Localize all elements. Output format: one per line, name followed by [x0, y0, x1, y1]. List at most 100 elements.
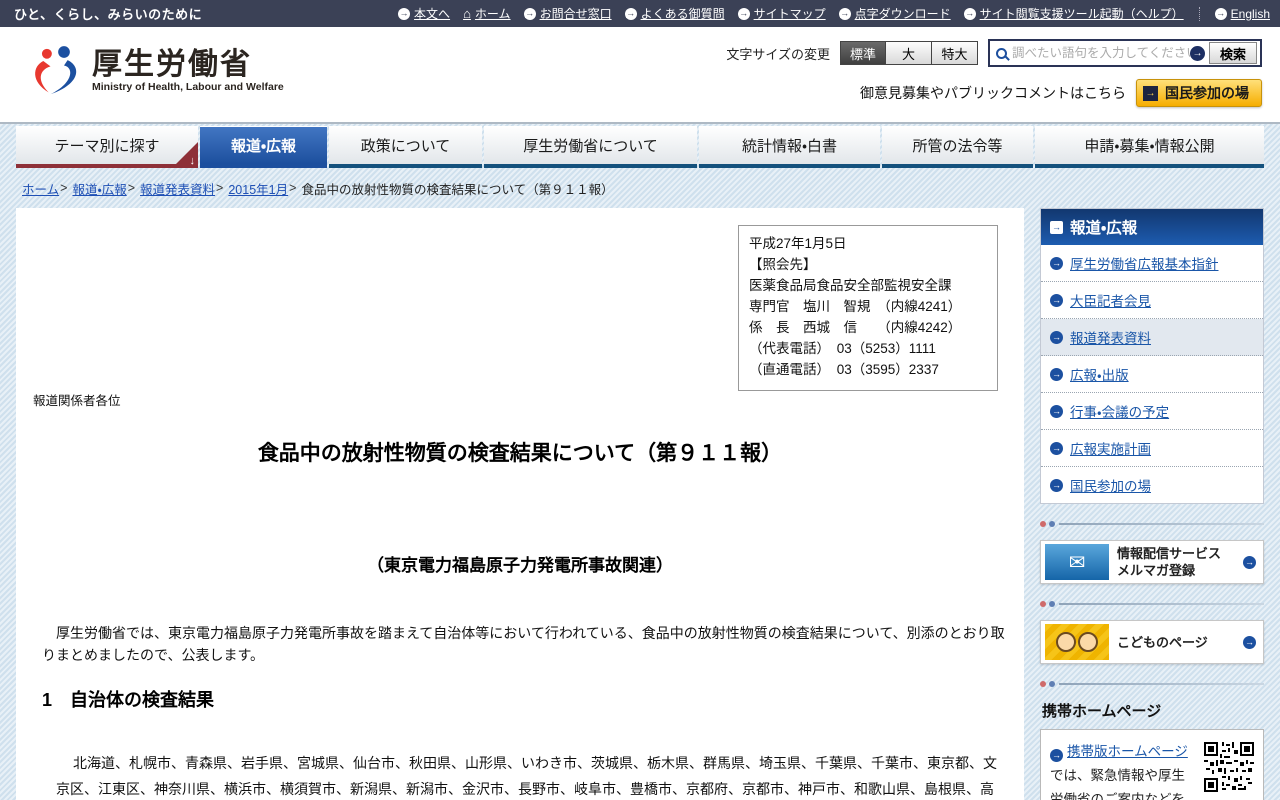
breadcrumb-home[interactable]: ホーム — [22, 179, 59, 198]
kids-banner-label: こどものページ — [1117, 634, 1208, 650]
arrow-circle-icon — [963, 7, 976, 20]
tab-policy[interactable]: 政策について — [329, 126, 482, 168]
sidebar-item-participation[interactable]: 国民参加の場 — [1041, 467, 1263, 503]
sidebar-item-pr-publishing[interactable]: 広報・出版 — [1041, 356, 1263, 393]
arrow-circle-icon — [398, 7, 411, 20]
header-tools: 文字サイズの変更 標準 大 特大 検索 — [726, 39, 1262, 67]
divider — [1198, 6, 1200, 21]
mhlw-logo[interactable]: 厚生労働省 Ministry of Health, Labour and Wel… — [28, 43, 284, 97]
mhlw-logo-mark — [35, 46, 77, 95]
breadcrumb-press-pr[interactable]: 報道・広報 — [72, 179, 126, 198]
sidebar-separator — [1040, 681, 1264, 687]
blue-dot — [1049, 681, 1055, 687]
sidebar-item-pr-plan[interactable]: 広報実施計画 — [1041, 430, 1263, 467]
link-accessibility-tool[interactable]: サイト閲覧支援ツール起動（ヘルプ） — [963, 5, 1184, 22]
arrow-box-icon — [1143, 85, 1158, 101]
content-area: 平成27年1月5日 【照会先】 医薬食品局食品安全部監視安全課 専門官 塩川 智… — [0, 208, 1280, 800]
separator-line — [1059, 683, 1264, 685]
logo-text: 厚生労働省 Ministry of Health, Labour and Wel… — [92, 48, 284, 93]
page-title: 食品中の放射性物質の検査結果について（第９１１報） — [257, 442, 783, 465]
tab-press-pr[interactable]: 報道・広報 — [200, 126, 327, 168]
mailmag-banner[interactable]: ✉ 情報配信サービス メルマガ登録 — [1040, 540, 1264, 584]
site-tagline: ひと、くらし、みらいのために — [14, 7, 203, 22]
breadcrumb-current-page: 食品中の放射性物質の検査結果について（第９１１報） — [301, 182, 614, 197]
arrow-circle-icon — [1050, 441, 1063, 455]
separator-line — [1059, 603, 1264, 605]
arrow-circle-icon — [1050, 748, 1063, 762]
font-size-switcher: 標準 大 特大 — [839, 41, 978, 65]
arrow-circle-icon — [1050, 330, 1063, 344]
sidebar-item-pr-policy[interactable]: 厚生労働省広報基本指針 — [1041, 245, 1263, 282]
logo-title: 厚生労働省 — [92, 47, 252, 81]
mobile-homepage-box: 携帯版ホームページでは、緊急情報や厚生労働省のご案内などを掲載しています。 — [1040, 729, 1264, 800]
contact-heading: 【照会先】 — [749, 257, 817, 272]
kids-page-banner[interactable]: こどものページ — [1040, 620, 1264, 664]
blue-dot — [1049, 521, 1055, 527]
sidebar-item-events-schedule[interactable]: 行事・会議の予定 — [1041, 393, 1263, 430]
font-size-large-button[interactable]: 大 — [885, 41, 932, 65]
red-dot — [1040, 681, 1046, 687]
link-to-content[interactable]: 本文へ — [398, 5, 450, 22]
public-comment-row: 御意見募集やパブリックコメントはこちら 国民参加の場 — [860, 79, 1262, 107]
contact-info-box: 平成27年1月5日 【照会先】 医薬食品局食品安全部監視安全課 専門官 塩川 智… — [738, 225, 998, 391]
sidebar-nav: 報道・広報 厚生労働省広報基本指針 大臣記者会見 報道発表資料 広報・出版 行事… — [1040, 208, 1264, 504]
lead-paragraph: 厚生労働省では、東京電力福島原子力発電所事故を踏まえて自治体等において行われてい… — [42, 625, 1005, 663]
contact-person-1: 専門官 塩川 智規 （内線4241） — [749, 299, 962, 314]
mailmag-banner-label: 情報配信サービス メルマガ登録 — [1117, 546, 1222, 578]
arrow-circle-icon — [737, 7, 750, 20]
breadcrumb-2015-jan[interactable]: 2015年1月 — [228, 179, 288, 198]
public-participation-button[interactable]: 国民参加の場 — [1136, 79, 1262, 107]
tab-laws[interactable]: 所管の法令等 — [882, 126, 1033, 168]
kids-icon — [1045, 624, 1109, 660]
link-english[interactable]: English — [1214, 7, 1270, 21]
mobile-homepage-link[interactable]: 携帯版ホームページ — [1067, 744, 1188, 759]
font-size-xlarge-button[interactable]: 特大 — [931, 41, 978, 65]
envelope-icon: ✉ — [1045, 544, 1109, 580]
page: ひと、くらし、みらいのために 本文へ ホーム お問合せ窓口 よくある御質問 サイ… — [0, 0, 1280, 800]
topbar: ひと、くらし、みらいのために 本文へ ホーム お問合せ窓口 よくある御質問 サイ… — [0, 0, 1280, 27]
sidebar-item-press-releases[interactable]: 報道発表資料 — [1041, 319, 1263, 356]
contact-phone-direct: （直通電話） 03（3595）2337 — [749, 362, 939, 377]
tab-applications-disclosure[interactable]: 申請・募集・情報公開 — [1035, 126, 1264, 168]
site-search: 検索 — [987, 39, 1262, 67]
sidebar-item-minister-press[interactable]: 大臣記者会見 — [1041, 282, 1263, 319]
arrow-circle-icon — [1243, 555, 1256, 569]
main-navigation: テーマ別に探す ↓ 報道・広報 政策について 厚生労働省について 統計情報・白書… — [0, 122, 1280, 168]
red-dot — [1040, 521, 1046, 527]
arrow-circle-icon — [1050, 256, 1063, 270]
link-braille-download[interactable]: 点字ダウンロード — [838, 5, 951, 22]
breadcrumb-press-releases[interactable]: 報道発表資料 — [140, 179, 215, 198]
sidebar-separator — [1040, 601, 1264, 607]
tab-about-mhlw[interactable]: 厚生労働省について — [484, 126, 697, 168]
arrow-circle-icon — [624, 7, 637, 20]
arrow-circle-icon — [1050, 404, 1063, 418]
arrow-square-icon — [1050, 220, 1063, 234]
link-contact[interactable]: お問合せ窓口 — [523, 5, 612, 22]
topbar-links: 本文へ ホーム お問合せ窓口 よくある御質問 サイトマップ 点字ダウンロード サ… — [398, 5, 1270, 22]
page-subtitle: （東京電力福島原子力発電所事故関連） — [367, 556, 673, 575]
link-faq[interactable]: よくある御質問 — [624, 5, 725, 22]
qr-code — [1204, 742, 1254, 792]
release-date: 平成27年1月5日 — [749, 236, 847, 251]
arrow-circle-icon — [1050, 367, 1063, 381]
article: 平成27年1月5日 【照会先】 医薬食品局食品安全部監視安全課 専門官 塩川 智… — [16, 208, 1024, 800]
arrow-circle-icon — [1214, 7, 1227, 20]
arrow-circle-icon — [1050, 293, 1063, 307]
link-sitemap[interactable]: サイトマップ — [737, 5, 826, 22]
arrow-circle-icon — [523, 7, 536, 20]
contact-department: 医薬食品局食品安全部監視安全課 — [749, 278, 952, 293]
arrow-circle-icon — [1050, 478, 1063, 492]
contact-phone-main: （代表電話） 03（5253）1111 — [749, 341, 936, 356]
breadcrumb: ホーム > 報道・広報 > 報道発表資料 > 2015年1月 > 食品中の放射性物質の検… — [0, 168, 1280, 208]
font-size-standard-button[interactable]: 標準 — [839, 41, 886, 65]
tab-statistics-whitepaper[interactable]: 統計情報・白書 — [699, 126, 880, 168]
sidebar-separator — [1040, 521, 1264, 527]
search-go-icon — [1189, 45, 1205, 61]
link-home[interactable]: ホーム — [463, 5, 511, 22]
tab-search-by-theme[interactable]: テーマ別に探す ↓ — [16, 126, 198, 168]
search-button[interactable]: 検索 — [1208, 42, 1257, 64]
sidebar-nav-header: 報道・広報 — [1041, 209, 1263, 245]
separator-line — [1059, 523, 1264, 525]
search-input[interactable] — [1011, 46, 1190, 60]
site-header: 厚生労働省 Ministry of Health, Labour and Wel… — [0, 27, 1280, 122]
